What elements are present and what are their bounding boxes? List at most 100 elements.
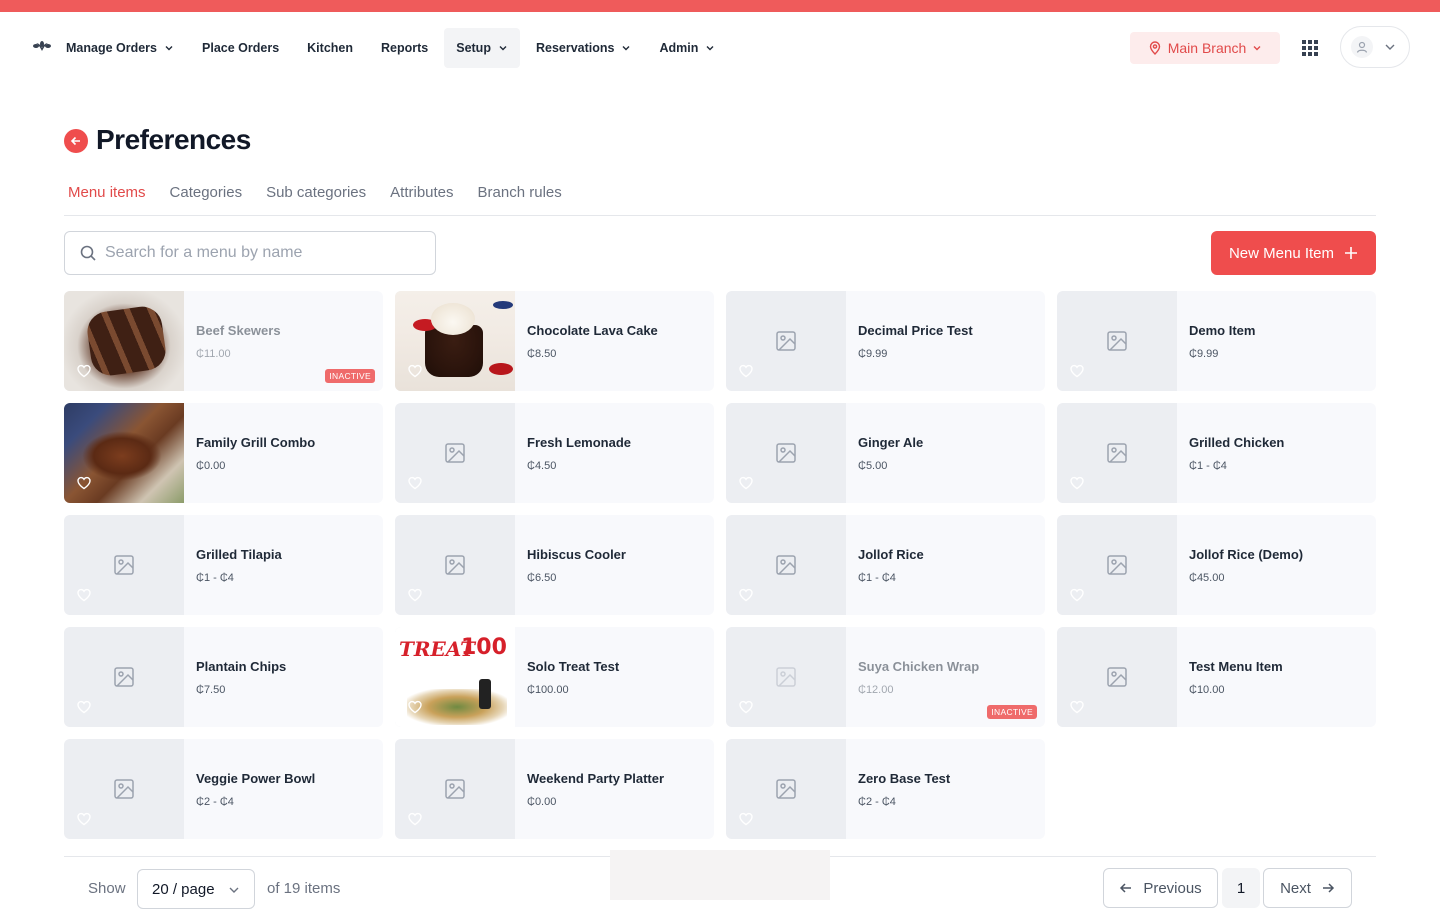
favorite-heart-icon[interactable] [738, 699, 754, 715]
menu-item-image [726, 403, 846, 503]
menu-item-price: ₵6.50 [527, 571, 557, 584]
top-navigation: Manage Orders Place Orders Kitchen Reports S… [0, 12, 1440, 84]
search-input[interactable] [105, 244, 405, 262]
image-placeholder-icon [1107, 555, 1127, 575]
menu-item-price: ₵11.00 [196, 347, 231, 360]
image-placeholder-icon [445, 555, 465, 575]
menu-item-card[interactable]: Beef Skewers ₵11.00 INACTIVE [64, 291, 383, 391]
menu-item-card[interactable]: Ginger Ale ₵5.00 [726, 403, 1045, 503]
favorite-heart-icon[interactable] [738, 587, 754, 603]
menu-item-card[interactable]: Chocolate Lava Cake ₵8.50 [395, 291, 714, 391]
favorite-heart-icon[interactable] [407, 699, 423, 715]
previous-label: Previous [1143, 879, 1202, 897]
page-number-button[interactable]: 1 [1222, 868, 1260, 908]
nav-item-reports[interactable]: Reports [369, 28, 440, 68]
menu-item-card[interactable]: Jollof Rice ₵1 - ₵4 [726, 515, 1045, 615]
tab-categories[interactable]: Categories [166, 178, 247, 215]
new-menu-item-button[interactable]: New Menu Item [1211, 231, 1376, 275]
back-button[interactable] [64, 129, 88, 153]
menu-item-info: Plantain Chips ₵7.50 [184, 627, 286, 727]
favorite-heart-icon[interactable] [407, 587, 423, 603]
menu-item-name: Zero Base Test [858, 770, 951, 786]
menu-item-info: Test Menu Item ₵10.00 [1177, 627, 1283, 727]
menu-item-price: ₵0.00 [527, 795, 557, 808]
image-placeholder-icon [1107, 667, 1127, 687]
promo-price: 100 [461, 635, 507, 660]
branch-selector[interactable]: Main Branch [1130, 32, 1280, 64]
nav-item-label: Setup [456, 41, 491, 55]
image-placeholder-icon [114, 667, 134, 687]
menu-item-name: Grilled Tilapia [196, 546, 282, 562]
menu-item-info: Solo Treat Test ₵100.00 [515, 627, 619, 727]
image-placeholder-icon [114, 555, 134, 575]
nav-item-label: Place Orders [202, 41, 280, 55]
menu-item-card[interactable]: Jollof Rice (Demo) ₵45.00 [1057, 515, 1376, 615]
image-placeholder-icon [776, 667, 796, 687]
menu-item-info: Decimal Price Test ₵9.99 [846, 291, 973, 391]
nav-item-label: Reports [381, 41, 429, 55]
menu-item-price: ₵1 - ₵4 [1189, 459, 1227, 472]
menu-item-card[interactable]: Decimal Price Test ₵9.99 [726, 291, 1045, 391]
search-icon [80, 245, 96, 261]
menu-item-name: Ginger Ale [858, 434, 924, 450]
favorite-heart-icon[interactable] [407, 811, 423, 827]
menu-item-info: Beef Skewers ₵11.00 [184, 291, 281, 391]
nav-item-label: Manage Orders [66, 41, 158, 55]
logo-icon[interactable] [32, 39, 52, 53]
menu-item-card[interactable]: Hibiscus Cooler ₵6.50 [395, 515, 714, 615]
user-menu[interactable] [1340, 26, 1410, 68]
tab-branch-rules[interactable]: Branch rules [474, 178, 566, 215]
menu-item-price: ₵4.50 [527, 459, 557, 472]
menu-item-card[interactable]: Weekend Party Platter ₵0.00 [395, 739, 714, 839]
menu-item-card[interactable]: Grilled Chicken ₵1 - ₵4 [1057, 403, 1376, 503]
favorite-heart-icon[interactable] [407, 363, 423, 379]
favorite-heart-icon[interactable] [738, 363, 754, 379]
menu-item-name: Chocolate Lava Cake [527, 322, 658, 338]
favorite-heart-icon[interactable] [738, 475, 754, 491]
nav-item-kitchen[interactable]: Kitchen [295, 28, 365, 68]
favorite-heart-icon[interactable] [738, 811, 754, 827]
menu-item-card[interactable]: Test Menu Item ₵10.00 [1057, 627, 1376, 727]
menu-item-card[interactable]: Demo Item ₵9.99 [1057, 291, 1376, 391]
favorite-heart-icon[interactable] [76, 811, 92, 827]
nav-item-label: Kitchen [307, 41, 353, 55]
favorite-heart-icon[interactable] [1069, 363, 1085, 379]
favorite-heart-icon[interactable] [1069, 699, 1085, 715]
favorite-heart-icon[interactable] [76, 363, 92, 379]
favorite-heart-icon[interactable] [407, 475, 423, 491]
menu-item-card[interactable]: Zero Base Test ₵2 - ₵4 [726, 739, 1045, 839]
menu-item-info: Family Grill Combo ₵0.00 [184, 403, 315, 503]
next-page-button[interactable]: Next [1263, 868, 1352, 908]
nav-item-reservations[interactable]: Reservations [524, 28, 644, 68]
menu-item-card[interactable]: TREAT 100 Solo Treat Test ₵100.00 [395, 627, 714, 727]
menu-item-price: ₵0.00 [196, 459, 226, 472]
arrow-left-icon [70, 136, 80, 146]
menu-item-card[interactable]: Veggie Power Bowl ₵2 - ₵4 [64, 739, 383, 839]
arrow-left-icon [1120, 883, 1132, 893]
nav-item-setup[interactable]: Setup [444, 28, 520, 68]
favorite-heart-icon[interactable] [76, 475, 92, 491]
per-page-select[interactable]: 20 / page [137, 869, 255, 909]
favorite-heart-icon[interactable] [1069, 587, 1085, 603]
menu-item-image [395, 739, 515, 839]
menu-item-card[interactable]: Grilled Tilapia ₵1 - ₵4 [64, 515, 383, 615]
favorite-heart-icon[interactable] [76, 587, 92, 603]
menu-item-price: ₵2 - ₵4 [858, 795, 896, 808]
tab-menu-items[interactable]: Menu items [64, 178, 150, 215]
favorite-heart-icon[interactable] [76, 699, 92, 715]
menu-item-card[interactable]: Suya Chicken Wrap ₵12.00 INACTIVE [726, 627, 1045, 727]
nav-item-admin[interactable]: Admin [647, 28, 727, 68]
tab-attributes[interactable]: Attributes [386, 178, 457, 215]
tab-sub-categories[interactable]: Sub categories [262, 178, 370, 215]
nav-item-manage-orders[interactable]: Manage Orders [54, 28, 186, 68]
favorite-heart-icon[interactable] [1069, 475, 1085, 491]
menu-item-card[interactable]: Fresh Lemonade ₵4.50 [395, 403, 714, 503]
chevron-down-icon [499, 46, 507, 51]
menu-item-name: Demo Item [1189, 322, 1256, 338]
menu-item-card[interactable]: Family Grill Combo ₵0.00 [64, 403, 383, 503]
menu-item-info: Demo Item ₵9.99 [1177, 291, 1255, 391]
apps-grid-icon[interactable] [1300, 38, 1320, 58]
menu-item-card[interactable]: Plantain Chips ₵7.50 [64, 627, 383, 727]
nav-item-place-orders[interactable]: Place Orders [190, 28, 291, 68]
previous-page-button[interactable]: Previous [1103, 868, 1218, 908]
